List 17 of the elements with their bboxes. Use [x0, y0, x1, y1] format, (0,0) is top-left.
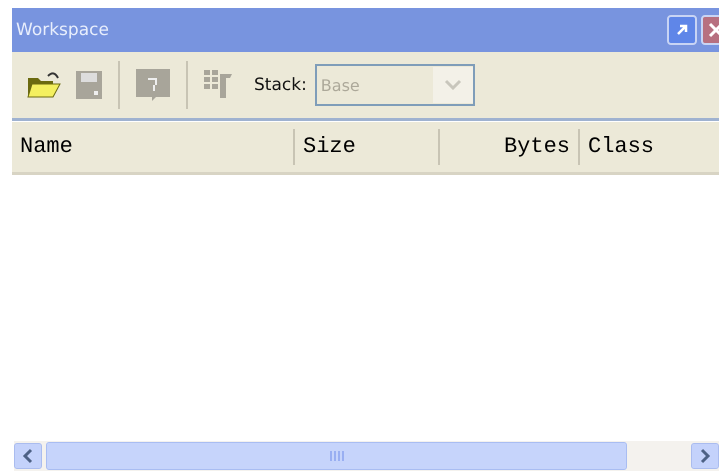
undock-button[interactable]	[667, 15, 697, 45]
stack-label: Stack:	[254, 75, 307, 95]
scroll-thumb[interactable]	[46, 442, 627, 470]
chevron-down-icon	[444, 79, 462, 91]
column-header[interactable]: Class	[580, 129, 719, 165]
window-title: Workspace	[16, 20, 110, 40]
document-icon	[134, 67, 172, 103]
chevron-right-icon	[699, 448, 711, 464]
grip-icon	[328, 450, 344, 462]
arrow-icon	[675, 23, 689, 37]
folder-icon	[26, 70, 62, 100]
scroll-right-button[interactable]	[691, 443, 719, 469]
column-header[interactable]: Size	[295, 129, 440, 165]
chevron-left-icon	[22, 448, 34, 464]
column-header[interactable]: Bytes	[440, 129, 580, 165]
column-header[interactable]: Name	[12, 129, 295, 165]
scroll-left-button[interactable]	[14, 443, 42, 469]
